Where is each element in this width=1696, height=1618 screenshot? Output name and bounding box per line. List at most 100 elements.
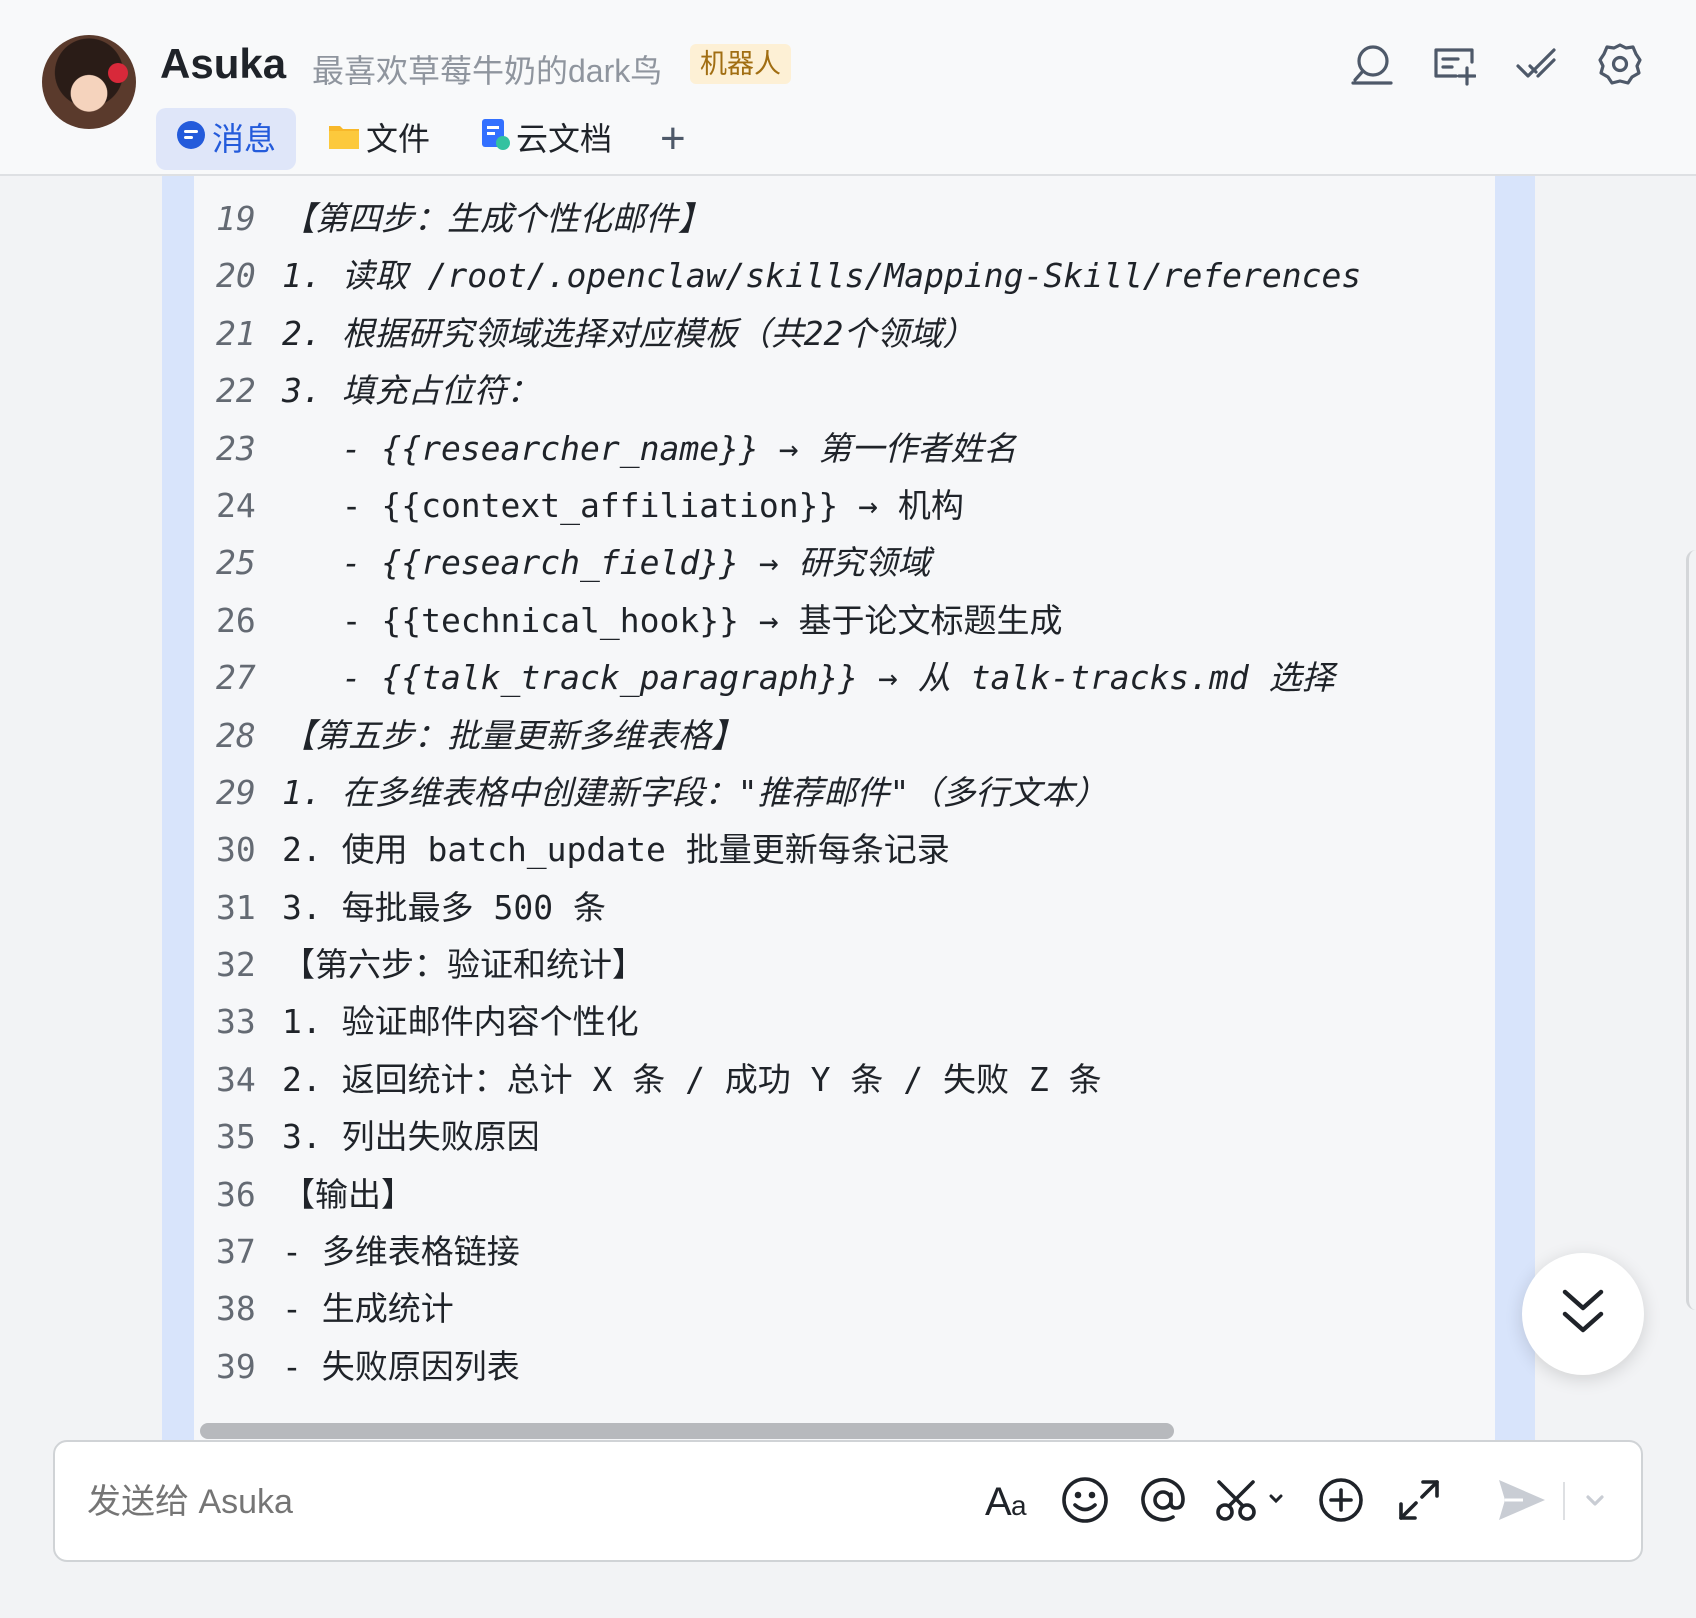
line-text: 2. 根据研究领域选择对应模板（共22个领域） [282,313,976,353]
tab-label: 云文档 [516,121,613,157]
line-text: 2. 使用 batch_update 批量更新每条记录 [282,830,950,870]
tab-messages[interactable]: 消息 [156,108,297,170]
scroll-to-bottom-button[interactable] [1522,1253,1644,1375]
message-icon [176,108,206,170]
line-number: 26 [216,600,256,640]
svg-text:a: a [1011,1490,1027,1521]
code-line: 21 2. 根据研究领域选择对应模板（共22个领域） [216,305,1495,362]
line-number: 25 [216,543,256,583]
add-group-icon[interactable] [1432,42,1477,86]
line-text: - {{research_field}} → 研究领域 [282,543,931,583]
emoji-icon[interactable] [1057,1472,1113,1528]
doc-icon [480,108,510,170]
line-number: 35 [216,1117,256,1157]
text-format-icon[interactable]: Aa [983,1472,1039,1528]
settings-gear-icon[interactable] [1598,42,1642,86]
plus-circle-icon[interactable] [1313,1472,1369,1528]
line-text: - 失败原因列表 [282,1346,520,1386]
line-number: 31 [216,887,256,927]
chat-title: Asuka [160,40,287,87]
user-signature: 最喜欢草莓牛奶的dark鸟 [312,53,663,89]
line-number: 19 [216,199,256,238]
message-composer: Aa [53,1440,1643,1562]
line-number: 36 [216,1174,256,1214]
send-icon[interactable] [1493,1472,1549,1528]
code-line: 38 - 生成统计 [216,1280,1495,1337]
line-number: 30 [216,830,256,870]
bot-badge: 机器人 [690,44,791,84]
mention-icon[interactable] [1135,1472,1191,1528]
line-text: 3. 填充占位符： [282,371,540,411]
tab-cloud-docs[interactable]: 云文档 [480,108,612,170]
line-number: 34 [216,1059,256,1099]
line-number: 32 [216,945,256,985]
line-number: 28 [216,715,256,755]
svg-text:A: A [985,1480,1012,1524]
line-text: - {{talk_track_paragraph}} → 从 talk-trac… [282,658,1335,698]
line-number: 33 [216,1002,256,1042]
task-check-icon[interactable] [1514,42,1558,86]
search-icon[interactable] [1350,42,1394,86]
line-text: 【输出】 [282,1174,414,1214]
code-line: 22 3. 填充占位符： [216,362,1495,419]
chat-header: Asuka 最喜欢草莓牛奶的dark鸟 机器人 消息 文件 云文档 + [0,0,1696,176]
tab-label: 消息 [212,121,277,157]
code-line: 27 - {{talk_track_paragraph}} → 从 talk-t… [216,649,1495,706]
code-line: 30 2. 使用 batch_update 批量更新每条记录 [216,821,1495,878]
double-chevron-down-icon [1559,1286,1607,1343]
line-number: 39 [216,1346,256,1386]
code-line: 39 - 失败原因列表 [216,1338,1495,1395]
horizontal-scrollbar[interactable] [200,1423,1174,1439]
expand-icon[interactable] [1391,1472,1447,1528]
side-panel-edge [1686,550,1696,1310]
code-block: 19 【第四步：生成个性化邮件】 20 1. 读取 /root/.openclaw/… [194,176,1495,1440]
line-text: 3. 每批最多 500 条 [282,887,606,927]
code-line: 32 【第六步：验证和统计】 [216,936,1495,993]
code-line: 20 1. 读取 /root/.openclaw/skills/Mapping-S… [216,247,1495,304]
line-number: 29 [216,772,256,812]
code-line: 26 - {{technical_hook}} → 基于论文标题生成 [216,592,1495,649]
code-line: 29 1. 在多维表格中创建新字段："推荐邮件"（多行文本） [216,764,1495,821]
add-tab-button[interactable]: + [660,108,686,170]
line-text: 1. 在多维表格中创建新字段："推荐邮件"（多行文本） [282,772,1108,812]
code-line: 35 3. 列出失败原因 [216,1108,1495,1165]
avatar[interactable] [42,35,136,129]
message-input[interactable] [85,1442,889,1562]
code-line: 33 1. 验证邮件内容个性化 [216,993,1495,1050]
line-text: - {{technical_hook}} → 基于论文标题生成 [282,600,1063,640]
line-text: 【第四步：生成个性化邮件】 [282,199,711,238]
folder-icon [328,108,360,170]
line-number: 23 [216,428,256,468]
line-text: 1. 读取 /root/.openclaw/skills/Mapping-Ski… [282,256,1362,296]
code-line: 37 - 多维表格链接 [216,1223,1495,1280]
line-text: - {{context_affiliation}} → 机构 [282,485,964,525]
line-number: 22 [216,371,256,411]
code-line: 23 - {{researcher_name}} → 第一作者姓名 [216,420,1495,477]
line-text: 【第五步：批量更新多维表格】 [282,715,744,755]
line-text: 3. 列出失败原因 [282,1117,540,1157]
code-lines: 19 【第四步：生成个性化邮件】 20 1. 读取 /root/.openclaw/… [216,190,1495,1395]
line-number: 21 [216,313,256,353]
code-line: 19 【第四步：生成个性化邮件】 [216,190,1495,247]
line-number: 38 [216,1289,256,1329]
chevron-down-icon[interactable] [1577,1472,1613,1528]
line-text: - 多维表格链接 [282,1232,520,1272]
code-line: 25 - {{research_field}} → 研究领域 [216,534,1495,591]
code-line: 36 【输出】 [216,1166,1495,1223]
line-text: - {{researcher_name}} → 第一作者姓名 [282,428,1017,468]
code-line: 28 【第五步：批量更新多维表格】 [216,707,1495,764]
code-line: 24 - {{context_affiliation}} → 机构 [216,477,1495,534]
line-number: 37 [216,1232,256,1272]
composer-divider [1563,1482,1565,1520]
line-number: 27 [216,658,256,698]
line-number: 20 [216,256,256,296]
screenshot-scissors-icon[interactable] [1213,1472,1289,1528]
code-line: 31 3. 每批最多 500 条 [216,879,1495,936]
line-text: 【第六步：验证和统计】 [282,945,645,985]
code-line: 34 2. 返回统计：总计 X 条 / 成功 Y 条 / 失败 Z 条 [216,1051,1495,1108]
tab-label: 文件 [366,121,431,157]
tab-files[interactable]: 文件 [328,108,430,170]
line-text: 2. 返回统计：总计 X 条 / 成功 Y 条 / 失败 Z 条 [282,1059,1102,1099]
line-text: 1. 验证邮件内容个性化 [282,1002,639,1042]
line-number: 24 [216,485,256,525]
